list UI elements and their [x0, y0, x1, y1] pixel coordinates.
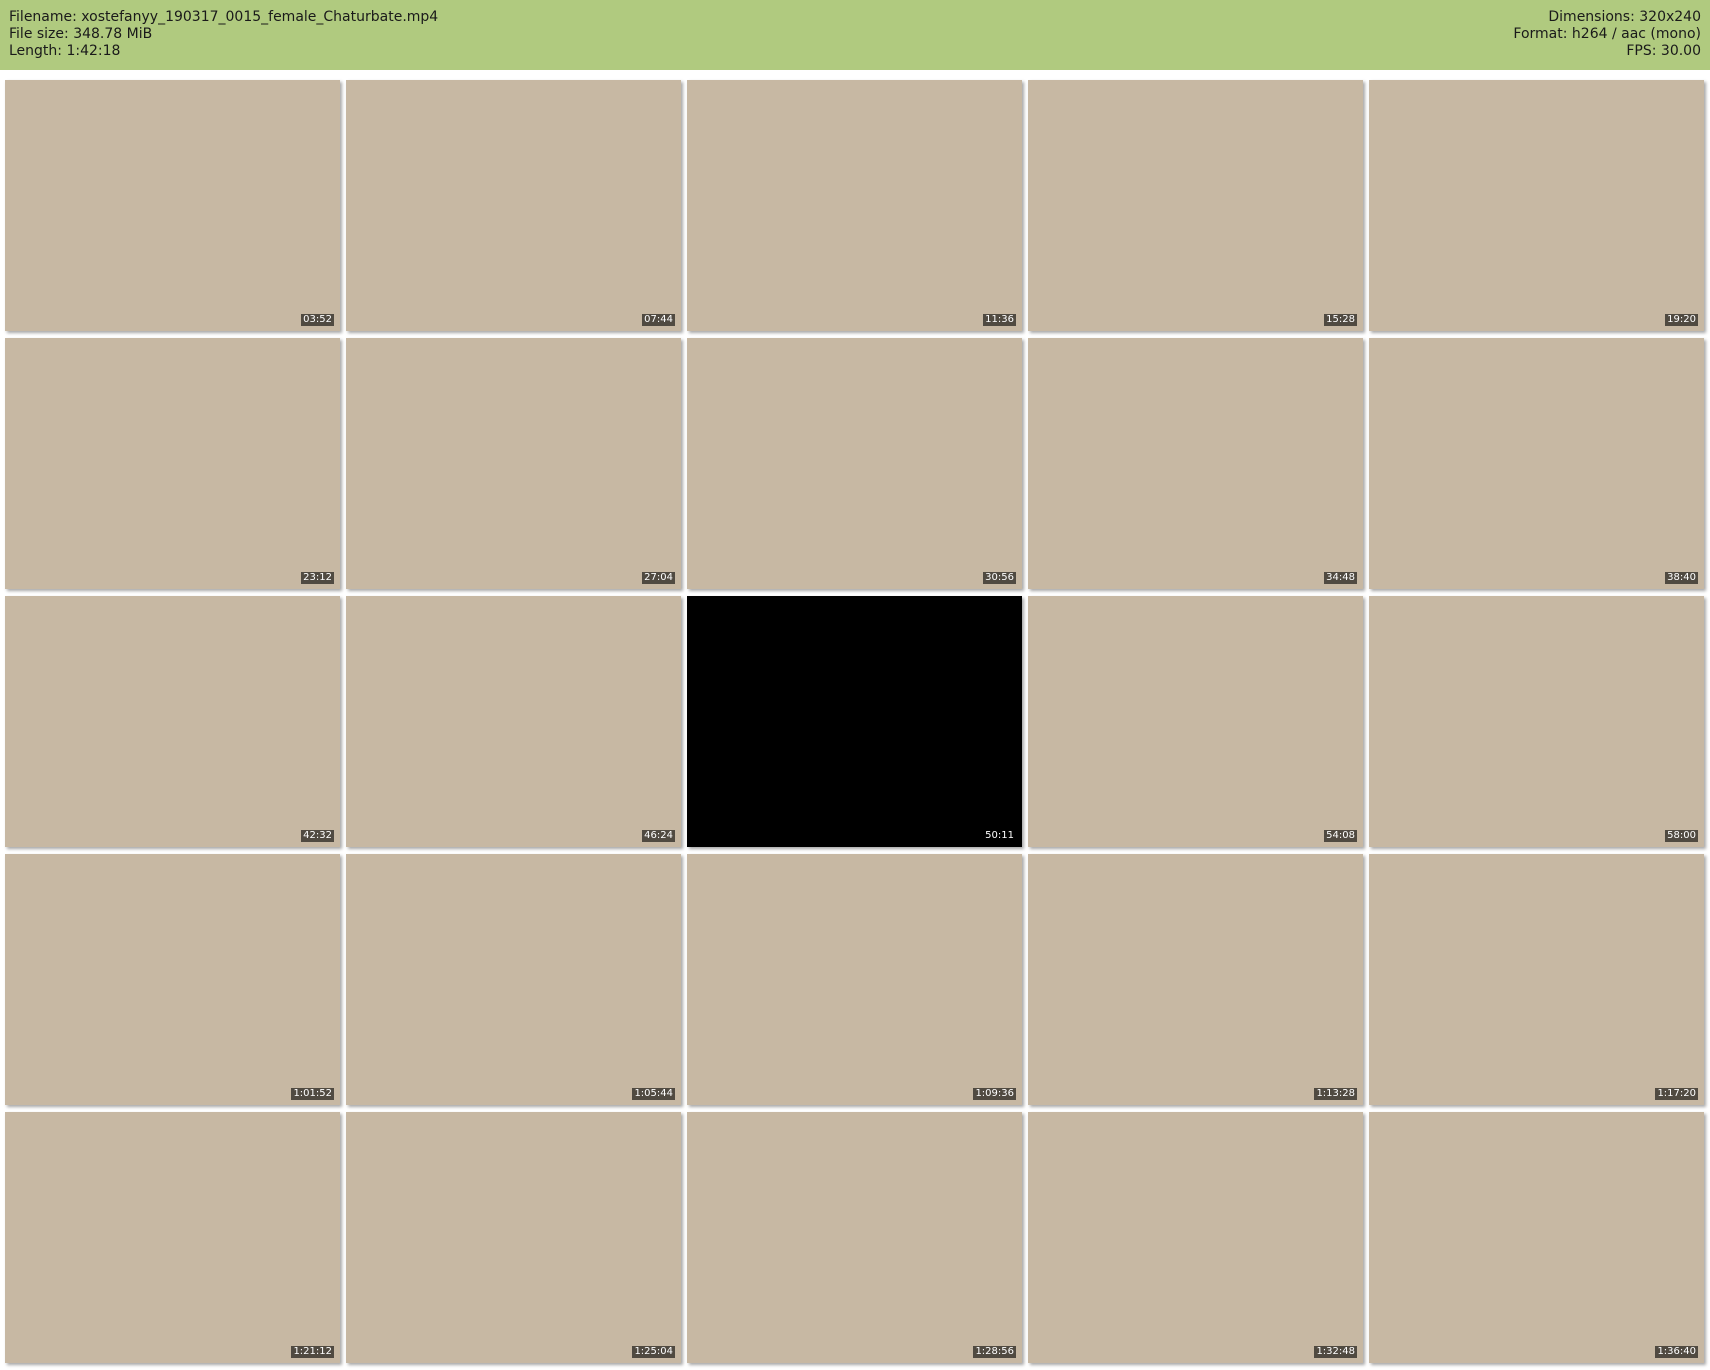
frame-timestamp: 1:01:52 [291, 1088, 334, 1100]
thumbnail-frame: 1:05:44 [346, 854, 681, 1105]
frame-timestamp: 1:13:28 [1314, 1088, 1357, 1100]
file-info-left: Filename: xostefanyy_190317_0015_female_… [9, 9, 438, 60]
thumbnail-frame: 1:25:04 [346, 1112, 681, 1363]
frame-timestamp: 50:11 [983, 830, 1016, 842]
thumbnail-frame: 34:48 [1028, 338, 1363, 589]
frame-timestamp: 58:00 [1665, 830, 1698, 842]
thumbnail-frame: 54:08 [1028, 596, 1363, 847]
thumbnail-frame: 15:28 [1028, 80, 1363, 331]
dimensions-label: Dimensions: 320x240 [1548, 9, 1701, 25]
frame-timestamp: 23:12 [301, 572, 334, 584]
thumbnail-frame: 1:13:28 [1028, 854, 1363, 1105]
frame-timestamp: 46:24 [642, 830, 675, 842]
frame-timestamp: 38:40 [1665, 572, 1698, 584]
frame-timestamp: 34:48 [1324, 572, 1357, 584]
thumbnail-frame: 1:01:52 [5, 854, 340, 1105]
frame-timestamp: 1:28:56 [973, 1346, 1016, 1358]
thumbnail-frame: 58:00 [1369, 596, 1704, 847]
frame-timestamp: 19:20 [1665, 314, 1698, 326]
frame-timestamp: 07:44 [642, 314, 675, 326]
thumbnail-frame: 50:11 [687, 596, 1022, 847]
thumbnail-frame: 03:52 [5, 80, 340, 331]
frame-timestamp: 03:52 [301, 314, 334, 326]
length-label: Length: 1:42:18 [9, 43, 121, 59]
thumbnail-frame: 1:21:12 [5, 1112, 340, 1363]
frame-timestamp: 1:09:36 [973, 1088, 1016, 1100]
thumbnail-frame: 1:32:48 [1028, 1112, 1363, 1363]
thumbnail-frame: 46:24 [346, 596, 681, 847]
thumbnail-frame: 1:17:20 [1369, 854, 1704, 1105]
thumbnail-frame: 1:36:40 [1369, 1112, 1704, 1363]
thumbnail-frame: 23:12 [5, 338, 340, 589]
frame-timestamp: 1:36:40 [1655, 1346, 1698, 1358]
format-label: Format: h264 / aac (mono) [1513, 26, 1701, 42]
thumbnail-frame: 07:44 [346, 80, 681, 331]
frame-timestamp: 1:32:48 [1314, 1346, 1357, 1358]
thumbnail-frame: 19:20 [1369, 80, 1704, 331]
frame-timestamp: 1:21:12 [291, 1346, 334, 1358]
thumbnail-frame: 1:28:56 [687, 1112, 1022, 1363]
thumbnail-frame: 1:09:36 [687, 854, 1022, 1105]
thumbnail-frame: 11:36 [687, 80, 1022, 331]
thumbnail-grid: 03:52 07:44 11:36 15:28 19:20 23:12 27:04 30:56… [5, 80, 1704, 1363]
file-info-right: Dimensions: 320x240 Format: h264 / aac (… [1513, 9, 1701, 60]
frame-timestamp: 11:36 [983, 314, 1016, 326]
thumbnail-frame: 30:56 [687, 338, 1022, 589]
filename-label: Filename: xostefanyy_190317_0015_female_… [9, 9, 439, 25]
frame-timestamp: 15:28 [1324, 314, 1357, 326]
frame-timestamp: 30:56 [983, 572, 1016, 584]
thumbnail-frame: 38:40 [1369, 338, 1704, 589]
frame-timestamp: 1:25:04 [632, 1346, 675, 1358]
frame-timestamp: 42:32 [301, 830, 334, 842]
thumbnail-frame: 27:04 [346, 338, 681, 589]
frame-timestamp: 54:08 [1324, 830, 1357, 842]
frame-timestamp: 1:05:44 [632, 1088, 675, 1100]
fps-label: FPS: 30.00 [1626, 43, 1701, 59]
info-header: Filename: xostefanyy_190317_0015_female_… [0, 0, 1710, 70]
frame-timestamp: 1:17:20 [1655, 1088, 1698, 1100]
filesize-label: File size: 348.78 MiB [9, 26, 153, 42]
frame-timestamp: 27:04 [642, 572, 675, 584]
thumbnail-frame: 42:32 [5, 596, 340, 847]
